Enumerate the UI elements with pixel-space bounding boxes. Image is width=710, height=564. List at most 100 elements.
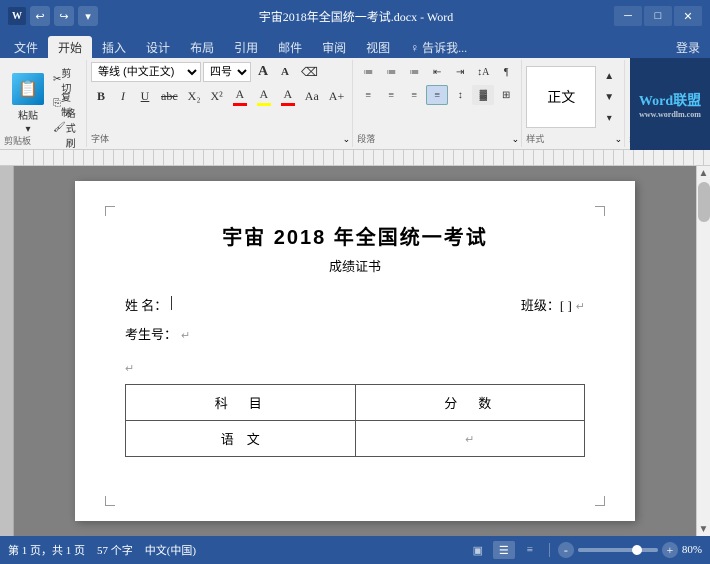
status-bar: 第 1 页，共 1 页 57 个字 中文(中国) ▣ ☰ ≡ - + 80% xyxy=(0,536,710,564)
font-color-button[interactable]: A xyxy=(229,86,251,106)
document-page: 宇宙 2018 年全国统一考试 成绩证书 姓 名： 班级：[ ] ↵ 考生号： … xyxy=(75,181,635,521)
italic-button[interactable]: I xyxy=(113,86,133,106)
align-right-button[interactable]: ≡ xyxy=(403,85,425,105)
vertical-scrollbar[interactable]: ▲ ▼ xyxy=(696,166,710,536)
show-hide-button[interactable]: ¶ xyxy=(495,62,517,82)
undo-button[interactable]: ↩ xyxy=(30,6,50,26)
superscript-button[interactable]: X² xyxy=(207,86,227,106)
customize-qat-button[interactable]: ▾ xyxy=(78,6,98,26)
tab-design[interactable]: 设计 xyxy=(136,36,180,58)
numbering-button[interactable]: ≔ xyxy=(380,62,402,82)
tab-insert[interactable]: 插入 xyxy=(92,36,136,58)
styles-scroll-up[interactable]: ▲ xyxy=(598,66,620,86)
clear-format-button[interactable]: ⌫ xyxy=(297,62,322,82)
title-bar: W ↩ ↪ ▾ 宇宙2018年全国统一考试.docx - Word ─ □ ✕ xyxy=(0,0,710,32)
page-info: 第 1 页，共 1 页 xyxy=(8,542,85,558)
document-scroll[interactable]: 宇宙 2018 年全国统一考试 成绩证书 姓 名： 班级：[ ] ↵ 考生号： … xyxy=(14,166,696,536)
word-right-panel: Word联盟 www.wordlm.com xyxy=(630,58,710,150)
strikethrough-button[interactable]: abc xyxy=(157,86,182,106)
font-grow-button[interactable]: A xyxy=(253,62,273,82)
zoom-in-button[interactable]: + xyxy=(662,542,678,558)
decrease-indent-button[interactable]: ⇤ xyxy=(426,62,448,82)
table-header-score: 分 数 xyxy=(355,385,585,421)
increase-indent-button[interactable]: ⇥ xyxy=(449,62,471,82)
login-button[interactable]: 登录 xyxy=(666,36,710,58)
tab-file[interactable]: 文件 xyxy=(4,36,48,58)
document-title: 宇宙 2018 年全国统一考试 xyxy=(125,221,585,250)
view-btn-web[interactable]: ≡ xyxy=(519,541,541,559)
zoom-thumb xyxy=(632,545,642,555)
examno-paragraph-mark: ↵ xyxy=(181,329,190,342)
font-expand-icon[interactable]: ⌄ xyxy=(343,134,351,145)
paste-icon: 📋 xyxy=(12,73,44,105)
tab-layout[interactable]: 布局 xyxy=(180,36,224,58)
zoom-out-button[interactable]: - xyxy=(558,542,574,558)
paragraph-expand-icon[interactable]: ⌄ xyxy=(512,134,520,145)
table-row: 语 文 ↵ xyxy=(126,421,585,457)
scroll-up-button[interactable]: ▲ xyxy=(697,166,710,180)
tab-mailings[interactable]: 邮件 xyxy=(268,36,312,58)
tab-review[interactable]: 审阅 xyxy=(312,36,356,58)
examno-label: 考生号： xyxy=(125,324,177,343)
class-label: 班级：[ ] xyxy=(521,295,572,314)
tab-references[interactable]: 引用 xyxy=(224,36,268,58)
styles-group: 正文 ▲ ▼ ▾ 样式 ⌄ xyxy=(522,60,625,147)
shading-button[interactable]: ▓ xyxy=(472,85,494,105)
score-table: 科 目 分 数 语 文 ↵ xyxy=(125,384,585,457)
paste-dropdown-icon: ▾ xyxy=(25,124,30,135)
highlight-button[interactable]: A xyxy=(253,86,275,106)
text-color-button[interactable]: A xyxy=(277,86,299,106)
view-btn-read[interactable]: ☰ xyxy=(493,541,515,559)
align-left-button[interactable]: ≡ xyxy=(357,85,379,105)
scroll-down-button[interactable]: ▼ xyxy=(697,522,710,536)
window-controls: ─ □ ✕ xyxy=(614,6,702,26)
underline-button[interactable]: U xyxy=(135,86,155,106)
format-painter-button[interactable]: 🖌 格式刷 xyxy=(52,117,80,139)
subscript-button[interactable]: X₂ xyxy=(184,86,205,106)
word-count: 57 个字 xyxy=(97,542,133,558)
restore-button[interactable]: □ xyxy=(644,6,672,26)
paragraph-group-label: 段落 xyxy=(357,132,375,145)
sort-button[interactable]: ↕A xyxy=(472,62,494,82)
clipboard-group-label: 剪贴板 xyxy=(4,134,31,147)
name-field-row: 姓 名： 班级：[ ] ↵ xyxy=(125,295,585,314)
font-expand2-button[interactable]: A+ xyxy=(325,86,348,106)
border-button[interactable]: ⊞ xyxy=(495,85,517,105)
font-expand-button[interactable]: Aa xyxy=(301,86,323,106)
styles-expand[interactable]: ▾ xyxy=(598,108,620,128)
styles-scroll-down[interactable]: ▼ xyxy=(598,87,620,107)
bullets-button[interactable]: ≔ xyxy=(357,62,379,82)
cut-button[interactable]: ✂ 剪切 xyxy=(52,69,80,91)
clipboard-group: 📋 粘贴 ▾ ✂ 剪切 ⎘ 复制 🖌 格式刷 剪贴板 xyxy=(0,60,87,147)
redo-button[interactable]: ↪ xyxy=(54,6,74,26)
view-btn-print[interactable]: ▣ xyxy=(467,541,489,559)
tab-view[interactable]: 视图 xyxy=(356,36,400,58)
justify-button[interactable]: ≡ xyxy=(426,85,448,105)
align-center-button[interactable]: ≡ xyxy=(380,85,402,105)
zoom-slider[interactable] xyxy=(578,548,658,552)
font-group-label: 字体 xyxy=(91,132,109,145)
corner-mark-tl xyxy=(105,206,115,216)
close-button[interactable]: ✕ xyxy=(674,6,702,26)
font-shrink-button[interactable]: A xyxy=(275,62,295,82)
document-area: 宇宙 2018 年全国统一考试 成绩证书 姓 名： 班级：[ ] ↵ 考生号： … xyxy=(0,166,710,536)
tab-tell-me[interactable]: ♀ 告诉我... xyxy=(400,36,477,58)
scroll-thumb[interactable] xyxy=(698,182,710,222)
paste-label: 粘贴 xyxy=(18,107,38,122)
paste-button[interactable]: 📋 粘贴 ▾ xyxy=(6,69,50,139)
text-cursor xyxy=(171,296,172,310)
window-title: 宇宙2018年全国统一考试.docx - Word xyxy=(98,8,614,25)
spacer xyxy=(125,353,585,361)
corner-mark-br xyxy=(595,496,605,506)
tab-home[interactable]: 开始 xyxy=(48,36,92,58)
font-size-select[interactable]: 四号 xyxy=(203,62,251,82)
status-left: 第 1 页，共 1 页 57 个字 中文(中国) xyxy=(8,542,196,558)
multilevel-button[interactable]: ≔ xyxy=(403,62,425,82)
minimize-button[interactable]: ─ xyxy=(614,6,642,26)
line-spacing-button[interactable]: ↕ xyxy=(449,85,471,105)
bold-button[interactable]: B xyxy=(91,86,111,106)
ribbon: 📋 粘贴 ▾ ✂ 剪切 ⎘ 复制 🖌 格式刷 剪贴板 等线 (中文正文) 四号 … xyxy=(0,58,710,150)
subject-cell: 语 文 xyxy=(126,421,356,457)
font-name-select[interactable]: 等线 (中文正文) xyxy=(91,62,201,82)
styles-expand-icon[interactable]: ⌄ xyxy=(615,134,623,145)
